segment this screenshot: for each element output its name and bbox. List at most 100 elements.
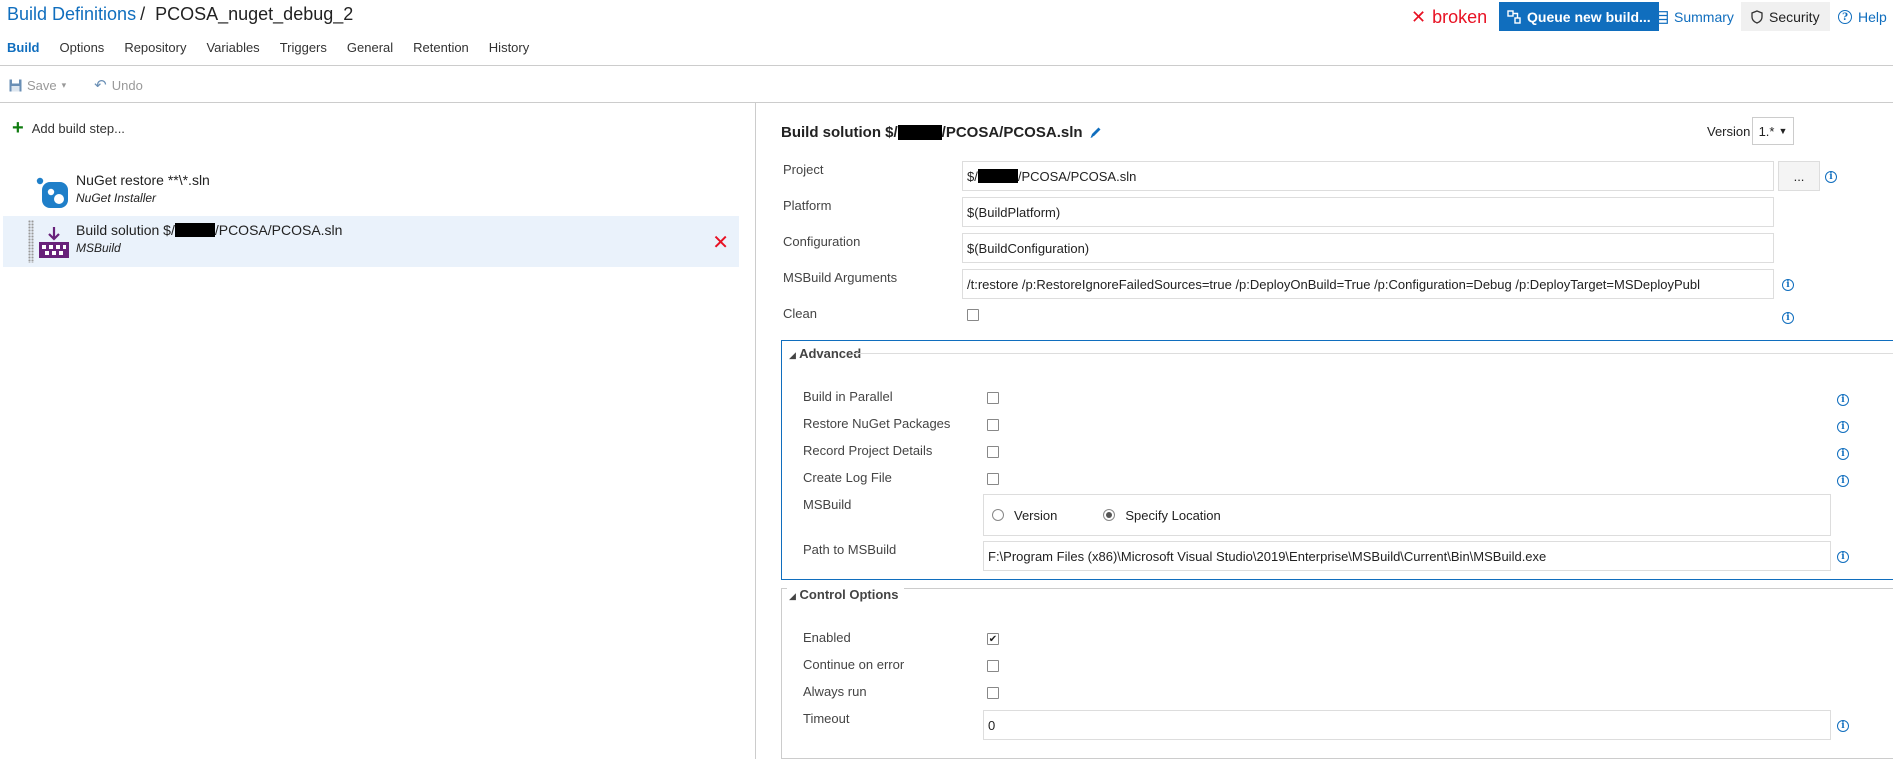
enabled-label: Enabled [803, 630, 851, 645]
project-input[interactable]: $/ /PCOSA/PCOSA.sln [962, 161, 1774, 191]
help-link[interactable]: ? Help [1838, 4, 1887, 30]
record-project-details-info-icon[interactable]: i [1837, 448, 1849, 460]
tab-repository[interactable]: Repository [124, 40, 186, 55]
save-button[interactable]: Save ▾ [9, 78, 66, 93]
tab-options[interactable]: Options [60, 40, 105, 55]
clean-info-icon[interactable]: i [1782, 312, 1794, 324]
project-value-suffix: /PCOSA/PCOSA.sln [1017, 168, 1137, 184]
collapse-triangle-icon: ◢ [789, 350, 796, 360]
msbuild-specify-location-radio[interactable] [1103, 509, 1116, 521]
msbuild-label: MSBuild [803, 497, 852, 512]
nuget-icon [36, 177, 68, 208]
tab-history[interactable]: History [489, 40, 529, 55]
configuration-input[interactable]: $(BuildConfiguration) [962, 233, 1774, 263]
add-build-step-button[interactable]: + Add build step... [12, 118, 125, 138]
redacted-block [897, 125, 942, 140]
project-label: Project [783, 162, 824, 177]
definition-name: PCOSA_nuget_debug_2 [155, 4, 354, 24]
summary-table-icon [1654, 10, 1668, 24]
collapse-triangle-icon: ◢ [789, 591, 796, 601]
timeout-label: Timeout [803, 711, 850, 726]
msbuild-arguments-info-icon[interactable]: i [1782, 279, 1794, 291]
continue-on-error-label: Continue on error [803, 657, 905, 672]
msbuild-version-radio[interactable] [992, 509, 1004, 521]
save-label: Save [27, 77, 57, 93]
enabled-checkbox[interactable]: ✔ [987, 633, 999, 645]
undo-icon: ↶ [94, 77, 107, 94]
add-build-step-label: Add build step... [31, 120, 125, 136]
step-title-suffix: /PCOSA/PCOSA.sln [214, 222, 343, 238]
broken-x-icon: ✕ [1411, 6, 1427, 27]
tab-triggers[interactable]: Triggers [280, 40, 327, 55]
build-in-parallel-checkbox[interactable] [987, 392, 999, 404]
msbuild-specify-location-option-label[interactable]: Specify Location [1125, 508, 1220, 523]
drag-handle[interactable] [28, 220, 34, 263]
clean-checkbox[interactable] [967, 309, 979, 321]
continue-on-error-checkbox[interactable] [987, 660, 999, 672]
queue-new-build-button[interactable]: Queue new build... [1499, 2, 1659, 31]
queue-build-icon [1507, 9, 1521, 24]
step-subtitle: MSBuild [76, 241, 121, 255]
create-log-file-checkbox[interactable] [987, 473, 999, 485]
advanced-legend: Advanced [799, 346, 862, 361]
restore-nuget-packages-checkbox[interactable] [987, 419, 999, 431]
path-to-msbuild-input[interactable]: F:\Program Files (x86)\Microsoft Visual … [983, 541, 1831, 571]
toolbar-divider [0, 102, 1893, 103]
queue-button-label: Queue new build... [1527, 8, 1651, 25]
redacted-block [174, 223, 215, 237]
path-to-msbuild-label: Path to MSBuild [803, 542, 897, 557]
save-dropdown-chevron-icon[interactable]: ▾ [62, 80, 67, 91]
delete-step-icon[interactable]: ✕ [712, 230, 729, 255]
msbuild-arguments-label: MSBuild Arguments [783, 270, 898, 285]
step-title-prefix: Build solution $/ [76, 222, 175, 238]
project-info-icon[interactable]: i [1825, 171, 1837, 183]
always-run-checkbox[interactable] [987, 687, 999, 699]
control-options-section-header[interactable]: ◢ Control Options [787, 587, 905, 602]
msbuild-icon [39, 227, 69, 258]
build-step-msbuild[interactable]: Build solution $/ /PCOSA/PCOSA.sln MSBuil… [3, 216, 739, 267]
browse-project-button[interactable]: ... [1778, 161, 1820, 191]
pane-splitter[interactable] [755, 103, 756, 759]
tab-general[interactable]: General [347, 40, 393, 55]
legend-rule [854, 353, 1893, 354]
chevron-down-icon: ▼ [1778, 126, 1788, 136]
timeout-input[interactable]: 0 [983, 710, 1831, 740]
tab-variables[interactable]: Variables [206, 40, 259, 55]
build-step-nuget-restore[interactable]: NuGet restore **\*.sln NuGet Installer [3, 166, 739, 217]
msbuild-arguments-input[interactable]: /t:restore /p:RestoreIgnoreFailedSources… [962, 269, 1774, 299]
help-question-icon: ? [1838, 10, 1852, 24]
help-link-label: Help [1858, 9, 1887, 25]
restore-nuget-packages-info-icon[interactable]: i [1837, 421, 1849, 433]
restore-nuget-packages-label: Restore NuGet Packages [803, 416, 951, 431]
redacted-block [977, 169, 1018, 183]
task-title-prefix: Build solution $/ [781, 124, 898, 141]
undo-button[interactable]: ↶ Undo [94, 76, 143, 94]
create-log-file-info-icon[interactable]: i [1837, 475, 1849, 487]
tabs-divider [0, 65, 1893, 66]
timeout-info-icon[interactable]: i [1837, 720, 1849, 732]
create-log-file-label: Create Log File [803, 470, 892, 485]
security-button[interactable]: Security [1741, 2, 1830, 31]
msbuild-version-option-label[interactable]: Version [1014, 508, 1057, 523]
toolbar: Save ▾ ↶ Undo [9, 76, 171, 94]
build-in-parallel-label: Build in Parallel [803, 389, 893, 404]
platform-input[interactable]: $(BuildPlatform) [962, 197, 1774, 227]
step-title: NuGet restore **\*.sln [76, 172, 210, 188]
build-in-parallel-info-icon[interactable]: i [1837, 394, 1849, 406]
breadcrumb-build-definitions-link[interactable]: Build Definitions [7, 4, 136, 24]
status-badge: ✕ broken [1411, 4, 1487, 30]
version-value: 1.* [1758, 123, 1775, 139]
path-to-msbuild-info-icon[interactable]: i [1837, 551, 1849, 563]
version-label: Version [1707, 124, 1751, 139]
plus-icon: + [12, 117, 24, 139]
record-project-details-checkbox[interactable] [987, 446, 999, 458]
always-run-label: Always run [803, 684, 867, 699]
tab-retention[interactable]: Retention [413, 40, 469, 55]
breadcrumb: Build Definitions / PCOSA_nuget_debug_2 [7, 4, 353, 25]
tab-build[interactable]: Build [7, 40, 40, 55]
summary-link[interactable]: Summary [1654, 4, 1734, 30]
task-title-suffix: /PCOSA/PCOSA.sln [941, 124, 1083, 141]
clean-label: Clean [783, 306, 817, 321]
version-select[interactable]: 1.* ▼ [1752, 117, 1794, 145]
pencil-edit-icon[interactable] [1089, 126, 1102, 139]
